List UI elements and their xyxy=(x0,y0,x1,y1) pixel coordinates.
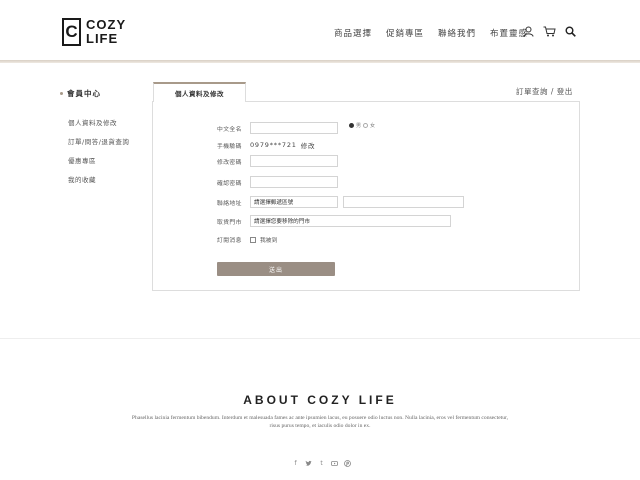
logo-mark: C xyxy=(62,18,81,46)
password-label: 修改密碼 xyxy=(217,159,242,166)
search-icon[interactable] xyxy=(565,26,576,37)
sidebar-title: 會員中心 xyxy=(60,88,129,99)
youtube-icon[interactable] xyxy=(331,460,338,467)
logout-link[interactable]: 登出 xyxy=(557,87,573,96)
sidebar-item-orders[interactable]: 訂單/問答/退貨查詢 xyxy=(68,136,129,146)
phone-row: 手機驗碼 0979***721 修改 xyxy=(217,140,315,150)
site-header: C COZY LIFE 商品選擇 促銷專區 聯絡我們 布置靈感 xyxy=(0,0,640,62)
store-label: 取貨門市 xyxy=(217,219,242,226)
pinterest-icon[interactable] xyxy=(344,460,351,467)
address-row: 聯絡地址 請選擇郵遞區號 xyxy=(217,196,464,208)
logo-text: COZY LIFE xyxy=(86,18,126,46)
cart-icon[interactable] xyxy=(543,26,556,37)
member-sidebar: 會員中心 個人資料及修改 訂單/問答/退貨查詢 優惠專區 我的收藏 xyxy=(60,88,129,193)
gender-male-radio[interactable] xyxy=(349,123,354,128)
sidebar-title-text: 會員中心 xyxy=(67,89,101,98)
gender-female-label: 女 xyxy=(370,123,376,129)
about-title: ABOUT COZY LIFE xyxy=(243,393,397,407)
nav-promotions[interactable]: 促銷專區 xyxy=(386,27,424,39)
logo[interactable]: C COZY LIFE xyxy=(62,17,126,47)
subscribe-checkbox[interactable] xyxy=(250,236,256,243)
address-input[interactable] xyxy=(343,196,464,208)
tab-profile[interactable]: 個人資料及修改 xyxy=(153,82,246,102)
name-row: 中文全名 xyxy=(217,122,338,134)
address-label: 聯絡地址 xyxy=(217,200,242,207)
confirm-password-label: 確認密碼 xyxy=(217,180,242,187)
logo-line-2: LIFE xyxy=(86,31,119,46)
twitter-icon[interactable] xyxy=(305,460,312,467)
order-query-link[interactable]: 訂單查詢 xyxy=(516,87,548,96)
zipcode-select[interactable]: 請選擇郵遞區號 xyxy=(250,196,338,208)
gender-male-label: 男 xyxy=(356,123,362,129)
header-divider xyxy=(0,60,640,63)
store-select[interactable]: 請選擇您要移除的門市 xyxy=(250,215,451,227)
name-label: 中文全名 xyxy=(217,126,242,133)
facebook-icon[interactable]: f xyxy=(292,460,299,467)
sidebar-list: 個人資料及修改 訂單/問答/退貨查詢 優惠專區 我的收藏 xyxy=(68,117,129,184)
user-icon[interactable] xyxy=(523,26,534,37)
header-icons xyxy=(523,26,576,37)
subscribe-label: 訂閱消息 xyxy=(217,238,242,244)
phone-label: 手機驗碼 xyxy=(217,143,242,150)
password-input[interactable] xyxy=(250,155,338,167)
name-input[interactable] xyxy=(250,122,338,134)
footer-divider xyxy=(0,338,640,339)
sidebar-item-favorites[interactable]: 我的收藏 xyxy=(68,174,129,184)
confirm-password-input[interactable] xyxy=(250,176,338,188)
link-separator: / xyxy=(548,87,557,96)
sidebar-item-offers[interactable]: 優惠專區 xyxy=(68,155,129,165)
subscribe-row: 訂閱消息 我被到 xyxy=(217,235,277,244)
profile-form-panel: 中文全名 男 女 手機驗碼 0979***721 修改 修改密碼 確認密碼 聯絡… xyxy=(152,101,580,291)
social-links: f t xyxy=(292,460,351,467)
bullet-icon xyxy=(60,92,63,95)
account-links: 訂單查詢 / 登出 xyxy=(516,86,573,97)
nav-contact[interactable]: 聯絡我們 xyxy=(438,27,476,39)
logo-line-1: COZY xyxy=(86,17,127,32)
sidebar-item-profile[interactable]: 個人資料及修改 xyxy=(68,117,129,127)
phone-edit-link[interactable]: 修改 xyxy=(301,140,316,150)
tumblr-icon[interactable]: t xyxy=(318,460,325,467)
phone-value: 0979***721 xyxy=(250,141,297,149)
main-nav: 商品選擇 促銷專區 聯絡我們 布置靈感 xyxy=(334,27,528,39)
gender-female-radio[interactable] xyxy=(363,123,369,128)
submit-button[interactable]: 送出 xyxy=(217,262,335,276)
confirm-password-row: 確認密碼 xyxy=(217,176,338,188)
nav-products[interactable]: 商品選擇 xyxy=(334,27,372,39)
about-text: Phasellus lacinia fermentum bibendum. In… xyxy=(131,415,509,429)
store-row: 取貨門市 請選擇您要移除的門市 xyxy=(217,215,451,227)
password-row: 修改密碼 xyxy=(217,155,338,167)
subscribe-text: 我被到 xyxy=(260,238,278,244)
gender-options: 男 女 xyxy=(349,122,375,129)
